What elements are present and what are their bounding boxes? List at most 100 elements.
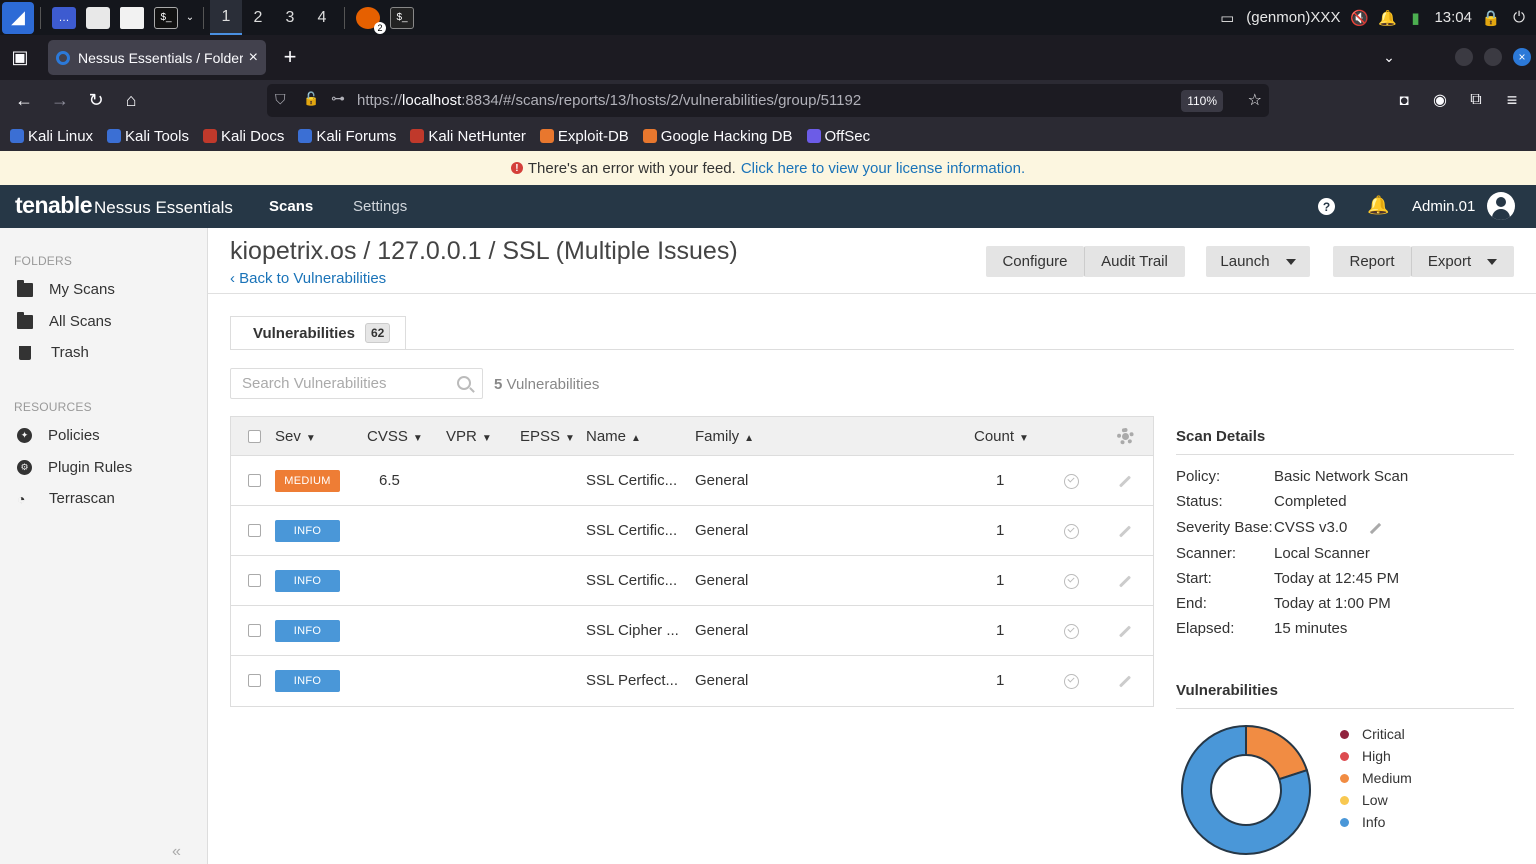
minimize-icon[interactable] — [1455, 48, 1473, 66]
sidebar-item-trash[interactable]: Trash — [17, 344, 89, 361]
key-icon[interactable]: ⊶ — [331, 90, 345, 107]
tab-overview-icon[interactable]: ▣ — [9, 46, 31, 68]
check-circle-icon[interactable] — [1064, 574, 1079, 589]
legend-item-low[interactable]: Low — [1340, 789, 1412, 811]
column-settings-gear-icon[interactable] — [1117, 428, 1134, 445]
back-icon[interactable]: ← — [13, 89, 35, 111]
search-icon[interactable] — [457, 376, 471, 390]
report-button[interactable]: Report — [1333, 246, 1411, 277]
column-family[interactable]: Family ▲ — [695, 428, 754, 445]
shield-icon[interactable]: ⛉ — [275, 91, 286, 108]
home-icon[interactable]: ⌂ — [120, 89, 142, 111]
bookmark-google-hacking-db[interactable]: Google Hacking DB — [642, 128, 793, 145]
reload-icon[interactable]: ↻ — [85, 89, 107, 111]
row-checkbox[interactable] — [248, 474, 261, 487]
legend-item-critical[interactable]: Critical — [1340, 723, 1412, 745]
workspace-3[interactable]: 3 — [274, 0, 306, 35]
sidebar-item-all-scans[interactable]: All Scans — [17, 311, 112, 330]
edit-pencil-icon[interactable] — [1118, 525, 1132, 538]
donut-slice-medium[interactable] — [1245, 724, 1309, 781]
chevron-down-icon[interactable]: ⌄ — [185, 7, 195, 29]
kali-menu-icon[interactable]: ◢ — [2, 1, 34, 34]
row-checkbox[interactable] — [248, 574, 261, 587]
close-window-icon[interactable]: × — [1513, 48, 1531, 66]
table-row[interactable]: INFO SSL Perfect... General 1 — [231, 656, 1153, 706]
edit-pencil-icon[interactable] — [1118, 575, 1132, 588]
bookmark-kali-forums[interactable]: Kali Forums — [298, 128, 396, 145]
column-epss[interactable]: EPSS ▼ — [520, 428, 575, 445]
terminal-icon[interactable]: $_ — [154, 6, 178, 29]
zoom-indicator[interactable]: 110% — [1181, 90, 1223, 112]
workspace-1[interactable]: 1 — [210, 0, 242, 35]
license-info-link[interactable]: Click here to view your license informat… — [741, 160, 1025, 177]
user-avatar-icon[interactable] — [1487, 192, 1515, 220]
row-checkbox[interactable] — [248, 524, 261, 537]
table-row[interactable]: MEDIUM 6.5 SSL Certific... General 1 — [231, 456, 1153, 506]
mute-icon[interactable]: 🔇 — [1350, 9, 1369, 27]
edit-pencil-icon[interactable] — [1118, 675, 1132, 688]
pocket-icon[interactable]: ◘ — [1393, 89, 1415, 111]
edit-pencil-icon[interactable] — [1118, 475, 1132, 488]
tab-vulnerabilities[interactable]: Vulnerabilities 62 — [230, 316, 406, 350]
collapse-sidebar-icon[interactable]: « — [172, 843, 181, 861]
workspace-2[interactable]: 2 — [242, 0, 274, 35]
table-row[interactable]: INFO SSL Certific... General 1 — [231, 556, 1153, 606]
help-icon[interactable]: ? — [1318, 198, 1335, 215]
new-tab-icon[interactable]: + — [279, 44, 301, 69]
bookmark-kali-nethunter[interactable]: Kali NetHunter — [410, 128, 526, 145]
close-tab-icon[interactable]: × — [249, 49, 258, 67]
tenable-logo[interactable]: tenable Nessus Essentials — [15, 192, 233, 219]
check-circle-icon[interactable] — [1064, 674, 1079, 689]
back-to-vulnerabilities-link[interactable]: ‹ Back to Vulnerabilities — [230, 270, 386, 287]
column-vpr[interactable]: VPR ▼ — [446, 428, 492, 445]
maximize-icon[interactable] — [1484, 48, 1502, 66]
legend-item-info[interactable]: Info — [1340, 811, 1412, 833]
firefox-window-icon[interactable]: 2 — [356, 6, 386, 34]
lock-insecure-icon[interactable]: 🔓 — [303, 91, 319, 107]
edit-pencil-icon[interactable] — [1118, 625, 1132, 638]
sidebar-item-plugin-rules[interactable]: ⚙ Plugin Rules — [17, 459, 132, 476]
notification-bell-icon[interactable]: 🔔 — [1378, 9, 1397, 27]
check-circle-icon[interactable] — [1064, 624, 1079, 639]
text-editor-icon[interactable] — [120, 6, 144, 29]
sidebar-item-policies[interactable]: ✦ Policies — [17, 427, 100, 444]
column-name[interactable]: Name ▲ — [586, 428, 641, 445]
export-button[interactable]: Export — [1411, 246, 1514, 277]
sidebar-item-my-scans[interactable]: My Scans — [17, 279, 115, 298]
workspace-4[interactable]: 4 — [306, 0, 338, 35]
terminal-window-icon[interactable]: $_ — [390, 6, 414, 29]
audit-trail-button[interactable]: Audit Trail — [1084, 246, 1185, 277]
bookmark-star-icon[interactable]: ☆ — [1248, 90, 1262, 110]
display-icon[interactable]: ▭ — [1218, 9, 1236, 27]
legend-item-high[interactable]: High — [1340, 745, 1412, 767]
nav-scans[interactable]: Scans — [269, 198, 313, 215]
bookmark-offsec[interactable]: OffSec — [806, 128, 870, 145]
configure-button[interactable]: Configure — [986, 246, 1084, 277]
file-manager-icon[interactable] — [86, 6, 110, 29]
notifications-bell-icon[interactable]: 🔔 — [1367, 195, 1389, 216]
user-name[interactable]: Admin.01 — [1412, 198, 1475, 215]
nav-settings[interactable]: Settings — [353, 198, 407, 215]
table-row[interactable]: INFO SSL Certific... General 1 — [231, 506, 1153, 556]
url-bar[interactable]: ⛉ 🔓 ⊶ https://localhost:8834/#/scans/rep… — [267, 84, 1269, 117]
lock-icon[interactable]: 🔒 — [1482, 9, 1501, 27]
check-circle-icon[interactable] — [1064, 474, 1079, 489]
table-row[interactable]: INFO SSL Cipher ... General 1 — [231, 606, 1153, 656]
bookmark-kali-linux[interactable]: Kali Linux — [10, 128, 93, 145]
bookmark-exploit-db[interactable]: Exploit-DB — [539, 128, 629, 145]
sidebar-item-terrascan[interactable]: ◔ Terrascan — [17, 490, 115, 507]
list-tabs-icon[interactable]: ⌄ — [1378, 46, 1400, 68]
select-all-checkbox[interactable] — [248, 430, 261, 443]
extensions-icon[interactable]: ⧉ — [1465, 89, 1487, 111]
browser-tab[interactable]: Nessus Essentials / Folders × — [48, 40, 266, 75]
battery-icon[interactable]: ▮ — [1406, 9, 1424, 27]
row-checkbox[interactable] — [248, 674, 261, 687]
column-sev[interactable]: Sev ▼ — [275, 428, 316, 445]
launch-button[interactable]: Launch — [1206, 246, 1310, 277]
severity-donut-chart[interactable] — [1176, 720, 1316, 860]
account-icon[interactable]: ◉ — [1429, 89, 1451, 111]
column-cvss[interactable]: CVSS ▼ — [367, 428, 423, 445]
forward-icon[interactable]: → — [49, 89, 71, 111]
check-circle-icon[interactable] — [1064, 524, 1079, 539]
legend-item-medium[interactable]: Medium — [1340, 767, 1412, 789]
